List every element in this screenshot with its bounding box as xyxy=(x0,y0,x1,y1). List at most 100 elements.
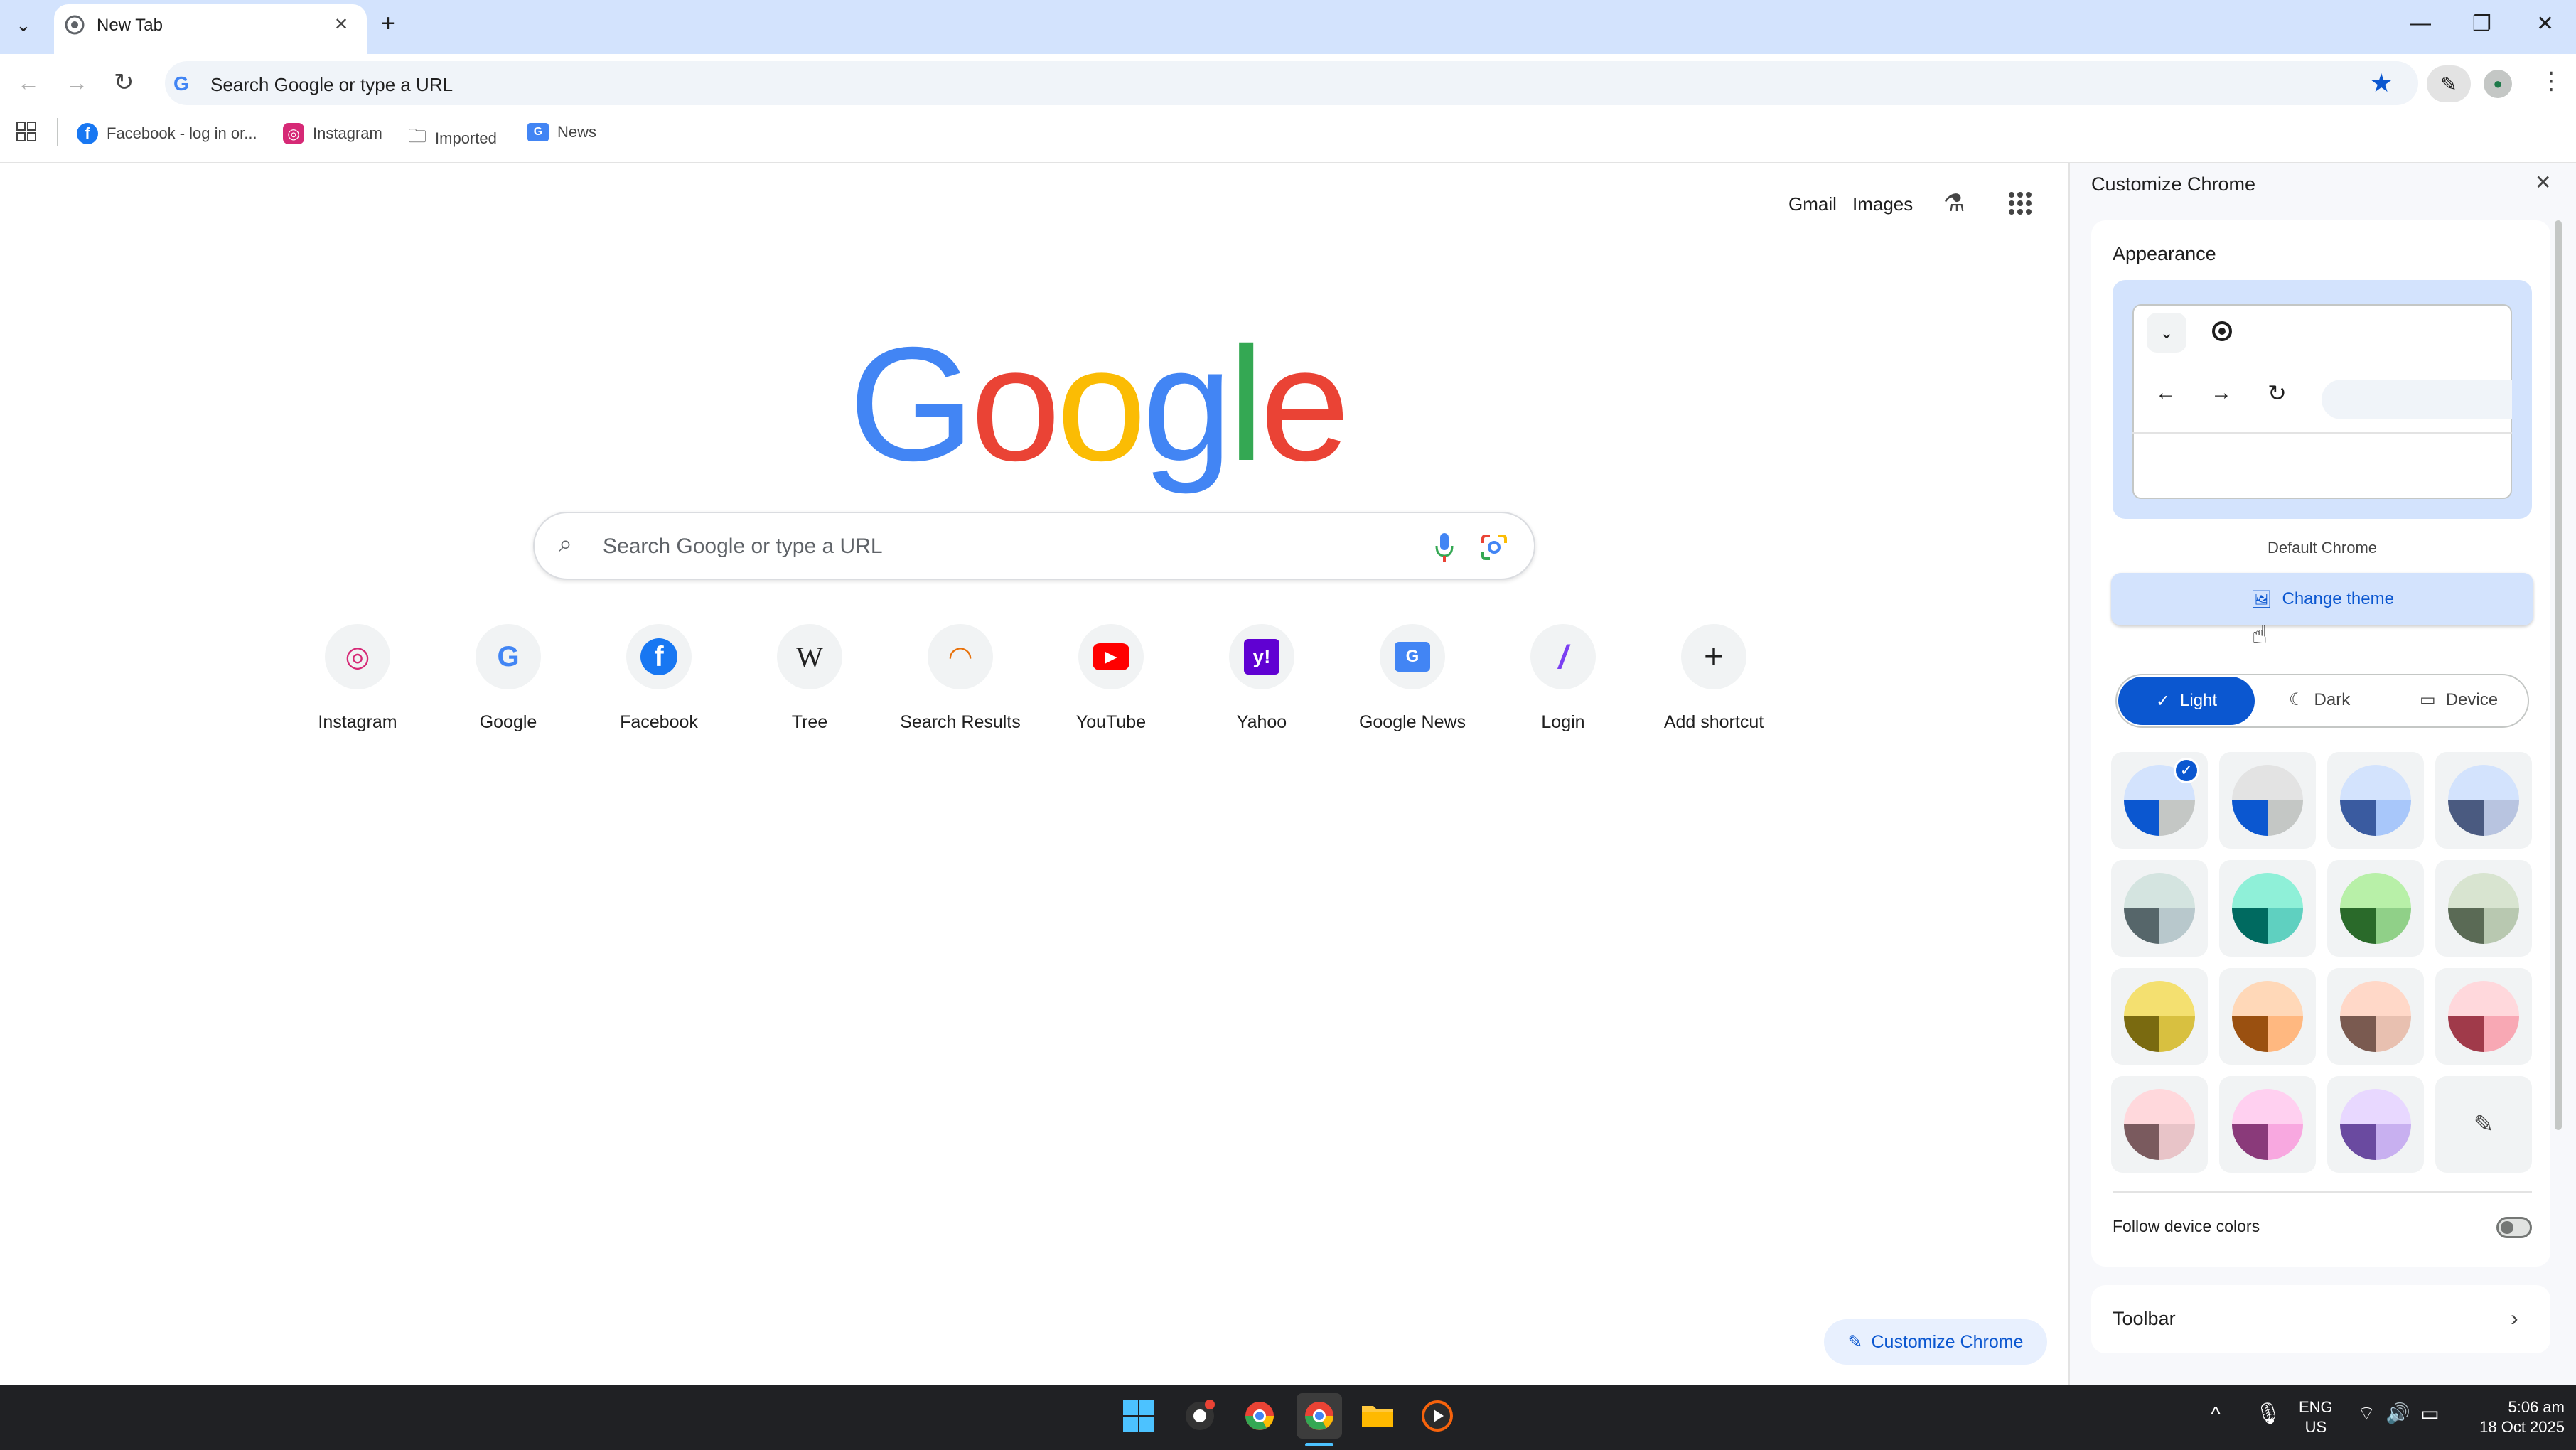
shortcut-search-results[interactable]: ◠ Search Results xyxy=(893,624,1028,733)
forward-button[interactable]: → xyxy=(65,70,88,96)
restore-button[interactable]: ❐ xyxy=(2472,11,2491,36)
color-swatch[interactable] xyxy=(2435,968,2532,1065)
gmail-link[interactable]: Gmail xyxy=(1788,193,1837,215)
chrome-icon[interactable] xyxy=(1237,1393,1282,1439)
shortcut-add[interactable]: + Add shortcut xyxy=(1646,624,1781,733)
color-swatch[interactable] xyxy=(2111,1076,2208,1173)
images-link[interactable]: Images xyxy=(1852,193,1913,215)
facebook-icon: f xyxy=(77,123,98,144)
tab-close-icon[interactable]: ✕ xyxy=(334,14,348,35)
swatch-circle-icon xyxy=(2340,981,2411,1052)
mouse-cursor-icon: ☝ xyxy=(2252,620,2268,649)
language-indicator[interactable]: ENG US xyxy=(2299,1397,2333,1437)
youtube-icon: ▶ xyxy=(1078,624,1144,689)
toolbar-section-label: Toolbar xyxy=(2113,1308,2176,1329)
bookmark-imported-folder[interactable]: 🗀 Imported xyxy=(408,123,497,154)
shortcut-yahoo[interactable]: y! Yahoo xyxy=(1194,624,1329,733)
swatch-circle-icon xyxy=(2124,873,2195,944)
bookmark-star-icon[interactable]: ★ xyxy=(2370,68,2393,98)
chrome-canary-icon[interactable] xyxy=(1177,1393,1223,1439)
color-swatch[interactable] xyxy=(2111,968,2208,1065)
file-explorer-icon[interactable] xyxy=(1355,1393,1400,1439)
bookmark-news[interactable]: G News xyxy=(527,123,596,141)
color-swatch[interactable] xyxy=(2327,968,2424,1065)
logo-letter: g xyxy=(1142,314,1233,495)
search-input[interactable]: Search Google or type a URL xyxy=(603,535,883,559)
color-swatch[interactable] xyxy=(2219,860,2316,957)
shortcut-login[interactable]: / Login xyxy=(1496,624,1631,733)
shortcut-youtube[interactable]: ▶ YouTube xyxy=(1043,624,1179,733)
color-swatch[interactable] xyxy=(2435,860,2532,957)
shortcut-facebook[interactable]: f Facebook xyxy=(591,624,726,733)
panel-divider xyxy=(2113,1191,2532,1193)
panel-close-icon[interactable]: ✕ xyxy=(2535,171,2551,194)
tray-microphone-icon[interactable]: 🎙 xyxy=(2255,1402,2282,1427)
menu-kebab-icon[interactable]: ⋮ xyxy=(2539,67,2563,95)
color-swatch[interactable] xyxy=(2327,752,2424,849)
custom-color-picker[interactable]: ✎ xyxy=(2435,1076,2532,1173)
swatch-circle-icon xyxy=(2232,873,2303,944)
shortcut-google-news[interactable]: G Google News xyxy=(1345,624,1480,733)
windows-taskbar xyxy=(0,1385,2576,1450)
customize-pencil-button[interactable]: ✎ xyxy=(2427,65,2471,102)
back-button[interactable]: ← xyxy=(17,70,40,96)
tab-search-chevron-icon[interactable]: ⌄ xyxy=(16,14,31,36)
apps-grid-icon[interactable] xyxy=(16,121,37,142)
bookmark-instagram[interactable]: ◎ Instagram xyxy=(283,123,382,144)
panel-scrollbar[interactable] xyxy=(2555,220,2562,1130)
color-swatch[interactable] xyxy=(2219,968,2316,1065)
color-swatch[interactable] xyxy=(2435,752,2532,849)
mode-light-button[interactable]: ✓ Light xyxy=(2118,677,2255,725)
mode-light-label: Light xyxy=(2180,691,2218,710)
pencil-icon: ✎ xyxy=(1847,1332,1863,1352)
microphone-icon[interactable] xyxy=(1433,532,1456,563)
omnibox[interactable] xyxy=(165,61,2418,105)
color-swatch[interactable] xyxy=(2219,752,2316,849)
media-player-icon[interactable] xyxy=(1415,1393,1460,1439)
reload-button[interactable]: ↻ xyxy=(114,68,134,97)
bookmark-label: Instagram xyxy=(313,124,382,142)
profile-avatar[interactable]: ● xyxy=(2484,70,2512,98)
change-theme-button[interactable]: 🖼 Change theme xyxy=(2111,573,2533,625)
customize-chrome-button[interactable]: ✎ Customize Chrome xyxy=(1824,1319,2047,1365)
google-apps-icon[interactable] xyxy=(2007,190,2033,216)
color-swatch[interactable] xyxy=(2219,1076,2316,1173)
color-swatch[interactable] xyxy=(2327,1076,2424,1173)
tray-status-icons[interactable]: ⌔ 🔊 ▭ xyxy=(2357,1402,2440,1427)
yahoo-icon: y! xyxy=(1229,624,1294,689)
checkmark-icon: ✓ xyxy=(2155,691,2171,711)
color-swatch[interactable] xyxy=(2111,860,2208,957)
windows-start-icon[interactable] xyxy=(1116,1393,1161,1439)
preview-divider xyxy=(2132,432,2512,434)
logo-letter: G xyxy=(849,314,975,495)
window-close-button[interactable]: ✕ xyxy=(2536,11,2554,36)
google-lens-icon[interactable] xyxy=(1480,533,1508,562)
labs-flask-icon[interactable]: ⚗ xyxy=(1943,189,1965,218)
logo-letter: o xyxy=(970,314,1061,495)
shortcut-instagram[interactable]: ◎ Instagram xyxy=(290,624,425,733)
clock[interactable]: 5:06 am 18 Oct 2025 xyxy=(2458,1397,2565,1437)
new-tab-button[interactable]: + xyxy=(381,10,395,38)
preview-back-icon: ← xyxy=(2155,381,2177,404)
color-swatch[interactable] xyxy=(2327,860,2424,957)
google-news-glyph: G xyxy=(1395,642,1430,672)
search-icon: ⌕ xyxy=(559,530,573,557)
preview-chevron-icon: ⌄ xyxy=(2147,313,2186,353)
swatch-circle-icon xyxy=(2124,1089,2195,1160)
swatch-circle-icon xyxy=(2340,765,2411,836)
bookmark-facebook[interactable]: f Facebook - log in or... xyxy=(77,123,257,144)
mode-dark-button[interactable]: ☾ Dark xyxy=(2289,689,2350,710)
minimize-button[interactable]: — xyxy=(2410,11,2431,36)
tray-chevron-up-icon[interactable]: ^ xyxy=(2211,1403,2221,1427)
eyedropper-icon: ✎ xyxy=(2473,1111,2494,1138)
instagram-icon: ◎ xyxy=(283,123,304,144)
shortcut-tree[interactable]: W Tree xyxy=(742,624,877,733)
shortcut-google[interactable]: G Google xyxy=(441,624,576,733)
google-g-icon: G xyxy=(173,72,189,95)
chrome-active-icon[interactable] xyxy=(1297,1393,1342,1439)
follow-device-colors-label: Follow device colors xyxy=(2113,1217,2260,1235)
mode-device-button[interactable]: ▭ Device xyxy=(2420,689,2498,710)
swatch-circle-icon xyxy=(2124,981,2195,1052)
bookmark-divider xyxy=(57,118,58,146)
logo-letter: e xyxy=(1260,314,1350,495)
